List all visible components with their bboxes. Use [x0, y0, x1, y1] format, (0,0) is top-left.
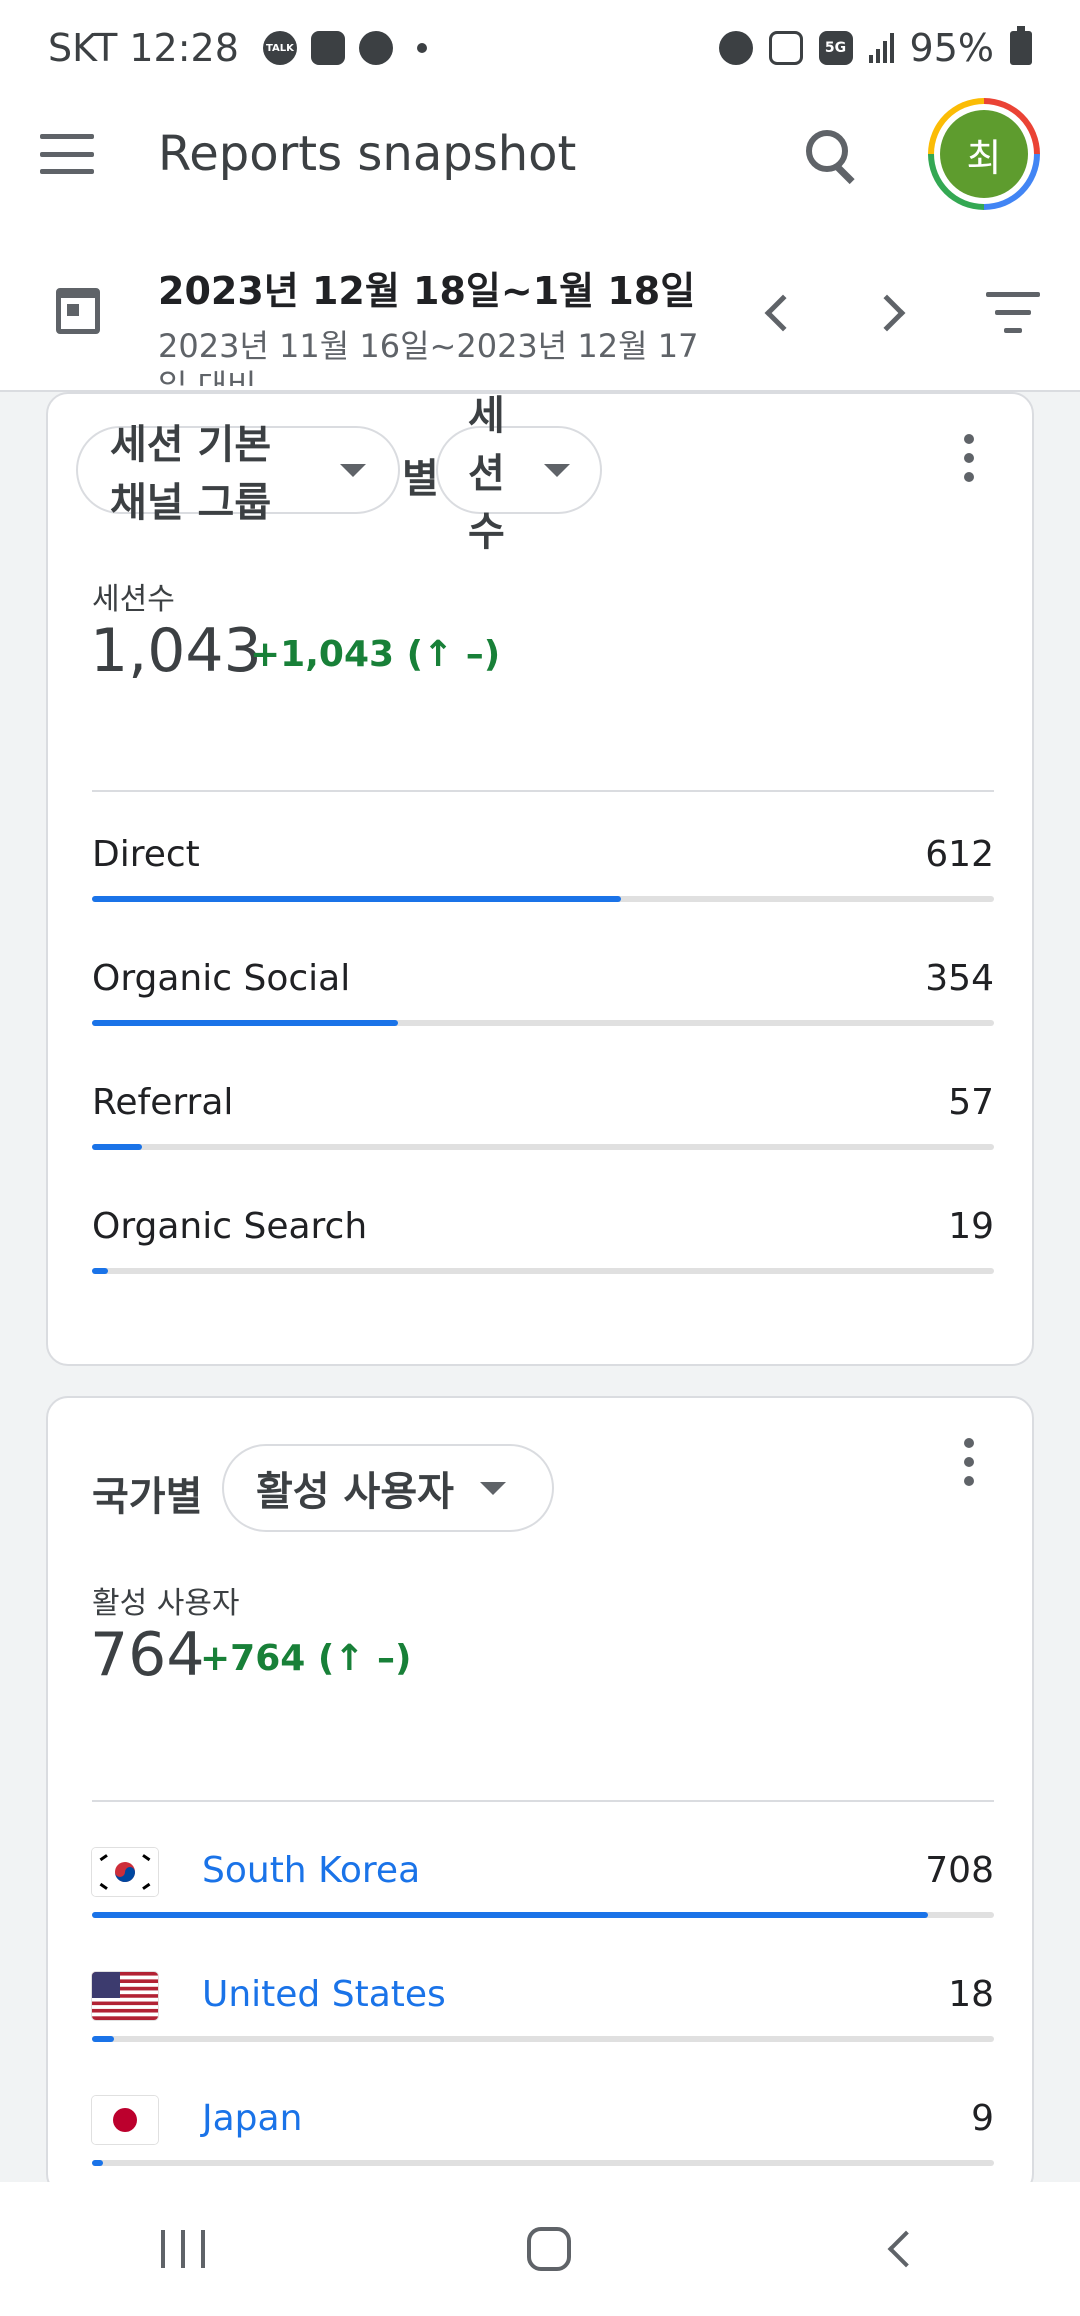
country-card: 국가별 활성 사용자 활성 사용자 764 +764 (↑ –) South K… — [46, 1396, 1034, 2196]
signal-icon — [868, 33, 894, 63]
metric-delta: +1,043 (↑ –) — [250, 634, 501, 675]
progress-fill — [92, 1144, 142, 1150]
progress-track — [92, 2160, 994, 2166]
date-range-compare: 2023년 11월 16일~2023년 12월 17일 대비 — [158, 327, 699, 386]
system-nav-bar — [0, 2182, 1080, 2316]
battery-percent: 95% — [909, 26, 994, 70]
row-value: 18 — [948, 1974, 994, 2015]
row-label: Direct — [92, 834, 200, 875]
image-icon — [310, 31, 345, 65]
channel-group-card: 세션 기본 채널 그룹 별 세션수 세션수 1,043 +1,043 (↑ –)… — [46, 392, 1034, 1366]
dimension-selector-label: 세션 기본 채널 그룹 — [110, 422, 272, 526]
dropdown-arrow-icon — [479, 1481, 506, 1495]
country-link[interactable]: South Korea — [202, 1850, 420, 1891]
talk-icon: TALK — [262, 31, 297, 65]
list-item[interactable]: Referral 57 — [92, 1062, 994, 1186]
home-icon[interactable] — [527, 2227, 571, 2271]
filter-icon[interactable] — [986, 292, 1040, 334]
row-value: 708 — [925, 1850, 994, 1891]
joiner-text: 별 — [402, 456, 439, 502]
row-label: Referral — [92, 1082, 234, 1123]
calendar-icon[interactable] — [56, 288, 100, 334]
mute-icon — [768, 31, 803, 65]
progress-track — [92, 2036, 994, 2042]
metric-value: 1,043 — [90, 616, 262, 686]
progress-fill — [92, 1268, 109, 1274]
progress-fill — [92, 1020, 398, 1026]
metric-selector-label: 활성 사용자 — [256, 1469, 454, 1515]
metric-selector[interactable]: 세션수 — [436, 393, 602, 555]
battery-icon — [1010, 26, 1032, 65]
metric-label: 활성 사용자 — [92, 1586, 240, 1621]
dropdown-arrow-icon — [544, 463, 570, 477]
more-options-icon[interactable] — [964, 1438, 976, 1486]
next-period-icon[interactable] — [868, 294, 906, 332]
row-value: 9 — [971, 2098, 994, 2139]
more-notifications-icon — [416, 43, 427, 53]
status-bar: SKT 12:28 TALK 5G 95% — [0, 0, 1080, 96]
row-label: Organic Search — [92, 1206, 368, 1247]
recent-apps-icon[interactable] — [161, 2230, 205, 2268]
date-range-bar: 2023년 12월 18일~1월 18일 2023년 11월 16일~2023년… — [0, 212, 1080, 392]
more-options-icon[interactable] — [964, 434, 976, 482]
metric-delta: +764 (↑ –) — [200, 1638, 412, 1679]
progress-track — [92, 1144, 994, 1150]
app-bar: Reports snapshot 최 — [0, 96, 1080, 212]
row-value: 354 — [925, 958, 994, 999]
south-korea-flag-icon — [92, 1848, 158, 1896]
row-value: 57 — [948, 1082, 994, 1123]
menu-icon[interactable] — [40, 134, 94, 174]
metric-selector[interactable]: 활성 사용자 — [222, 1444, 554, 1532]
metric-label: 세션수 — [92, 582, 175, 617]
progress-track — [92, 1912, 994, 1918]
list-item[interactable]: United States 18 — [92, 1954, 994, 2078]
row-value: 19 — [948, 1206, 994, 1247]
list-item[interactable]: Organic Social 354 — [92, 938, 994, 1062]
country-link[interactable]: Japan — [202, 2098, 302, 2139]
alarm-icon — [718, 31, 753, 65]
united-states-flag-icon — [92, 1972, 158, 2020]
date-range-main[interactable]: 2023년 12월 18일~1월 18일 — [158, 260, 695, 315]
dropdown-arrow-icon — [340, 463, 366, 477]
progress-track — [92, 896, 994, 902]
divider — [92, 1800, 994, 1802]
metric-selector-label: 세션수 — [468, 393, 505, 555]
progress-fill — [92, 2036, 114, 2042]
5g-icon: 5G — [818, 31, 853, 65]
back-icon[interactable] — [887, 2230, 925, 2268]
row-value: 612 — [925, 834, 994, 875]
progress-fill — [92, 2160, 103, 2166]
progress-fill — [92, 1912, 929, 1918]
joiner-text: 국가별 — [92, 1474, 203, 1520]
page-title: Reports snapshot — [158, 126, 577, 182]
list-item[interactable]: Direct 612 — [92, 814, 994, 938]
account-button[interactable]: 최 — [928, 98, 1040, 210]
carrier-time: SKT 12:28 — [48, 26, 239, 70]
metric-value: 764 — [90, 1620, 205, 1690]
japan-flag-icon — [92, 2096, 158, 2144]
progress-fill — [92, 896, 622, 902]
progress-track — [92, 1268, 994, 1274]
row-label: Organic Social — [92, 958, 351, 999]
list-item[interactable]: Organic Search 19 — [92, 1186, 994, 1310]
divider — [92, 790, 994, 792]
country-link[interactable]: United States — [202, 1974, 446, 2015]
dimension-selector[interactable]: 세션 기본 채널 그룹 — [76, 422, 400, 526]
progress-track — [92, 1020, 994, 1026]
list-item[interactable]: South Korea 708 — [92, 1830, 994, 1954]
search-icon[interactable] — [802, 126, 858, 182]
avatar: 최 — [940, 110, 1028, 198]
previous-period-icon[interactable] — [764, 294, 802, 332]
message-icon — [358, 31, 393, 65]
